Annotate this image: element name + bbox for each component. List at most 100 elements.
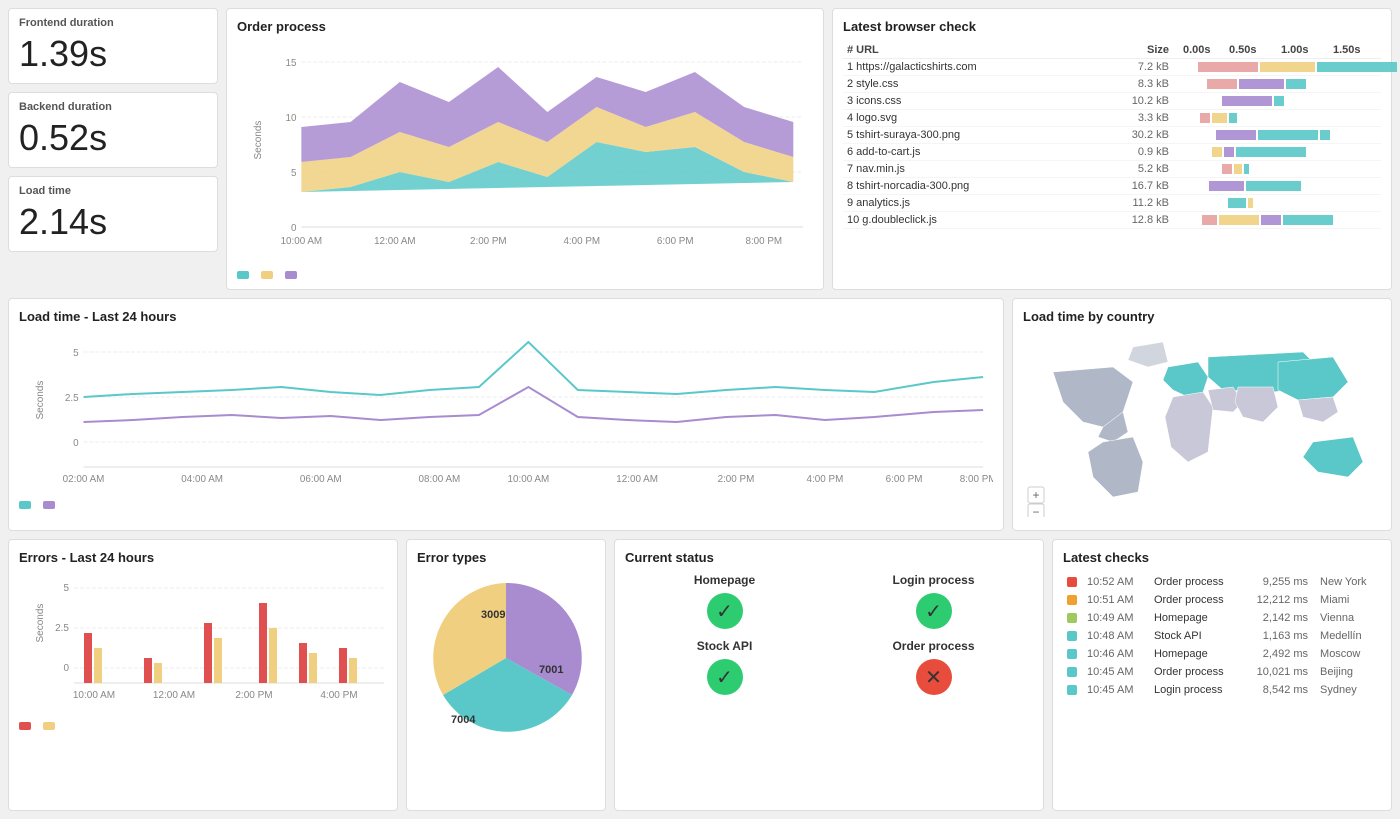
svg-text:12:00 AM: 12:00 AM [616, 474, 658, 485]
latest-checks-title: Latest checks [1063, 550, 1381, 565]
errors-y-label: Seconds [35, 604, 46, 643]
svg-text:0: 0 [63, 663, 69, 674]
svg-text:10:00 AM: 10:00 AM [73, 690, 115, 701]
svg-text:2:00 PM: 2:00 PM [235, 690, 272, 701]
svg-text:4:00 PM: 4:00 PM [320, 690, 357, 701]
backend-duration-card: Backend duration 0.52s [8, 92, 218, 168]
check-location: New York [1314, 573, 1381, 591]
svg-text:+: + [1032, 488, 1039, 502]
check-name: Homepage [1148, 645, 1242, 663]
order-process-chart: 15 10 5 0 10:00 AM 12:00 AM 2:00 PM 4:00… [262, 42, 813, 262]
svg-text:7004: 7004 [451, 714, 476, 726]
loadtime-value: 2.14s [19, 201, 207, 243]
status-stockapi-label: Stock API [697, 639, 753, 653]
check-ms: 2,142 ms [1241, 609, 1314, 627]
bc-col-url: # URL [843, 42, 1013, 59]
svg-text:5: 5 [291, 168, 297, 179]
errors-card: Errors - Last 24 hours Seconds 5 2.5 0 [8, 539, 398, 811]
bc-bars [1173, 144, 1381, 161]
latest-checks-table: 10:52 AM Order process 9,255 ms New York… [1063, 573, 1381, 699]
bc-row: 1 https://galacticshirts.com 7.2 kB [843, 59, 1381, 76]
bc-bars [1173, 127, 1381, 144]
status-login-icon: ✓ [916, 593, 952, 629]
svg-text:−: − [1032, 505, 1039, 517]
loadtime-label: Load time [19, 185, 207, 197]
svg-text:15: 15 [285, 58, 296, 69]
backend-label: Backend duration [19, 101, 207, 113]
check-color-cell [1063, 591, 1081, 609]
svg-text:10: 10 [285, 113, 296, 124]
status-orderprocess-icon: ✕ [916, 659, 952, 695]
order-process-legend [237, 271, 813, 279]
status-orderprocess-label: Order process [892, 639, 974, 653]
bc-num-url: 8 tshirt-norcadia-300.png [843, 178, 1013, 195]
svg-text:7001: 7001 [539, 664, 563, 676]
current-status-title: Current status [625, 550, 1033, 565]
check-name: Order process [1148, 591, 1242, 609]
svg-text:5: 5 [73, 348, 79, 359]
svg-text:6:00 PM: 6:00 PM [886, 474, 923, 485]
status-orderprocess: Order process ✕ [834, 639, 1033, 695]
bc-bars [1173, 110, 1381, 127]
svg-text:12:00 AM: 12:00 AM [374, 236, 416, 247]
bc-num-url: 6 add-to-cart.js [843, 144, 1013, 161]
check-time: 10:46 AM [1081, 645, 1148, 663]
bc-num-url: 5 tshirt-suraya-300.png [843, 127, 1013, 144]
check-location: Miami [1314, 591, 1381, 609]
world-map: + − [1023, 332, 1383, 517]
bc-row: 9 analytics.js 11.2 kB [843, 195, 1381, 212]
check-color-cell [1063, 609, 1081, 627]
svg-text:2:00 PM: 2:00 PM [470, 236, 507, 247]
bc-bars [1173, 59, 1381, 76]
bc-bars [1173, 93, 1381, 110]
bc-num-url: 4 logo.svg [843, 110, 1013, 127]
check-location: Beijing [1314, 663, 1381, 681]
bc-num-url: 7 nav.min.js [843, 161, 1013, 178]
check-ms: 10,021 ms [1241, 663, 1314, 681]
bc-num-url: 3 icons.css [843, 93, 1013, 110]
bc-size: 5.2 kB [1013, 161, 1173, 178]
check-row: 10:45 AM Order process 10,021 ms Beijing [1063, 663, 1381, 681]
svg-text:8:00 PM: 8:00 PM [746, 236, 783, 247]
check-ms: 2,492 ms [1241, 645, 1314, 663]
check-ms: 12,212 ms [1241, 591, 1314, 609]
svg-text:02:00 AM: 02:00 AM [63, 474, 105, 485]
bc-num-url: 10 g.doubleclick.js [843, 212, 1013, 229]
browser-check-title: Latest browser check [843, 19, 1381, 34]
frontend-value: 1.39s [19, 33, 207, 75]
bc-row: 4 logo.svg 3.3 kB [843, 110, 1381, 127]
bc-size: 10.2 kB [1013, 93, 1173, 110]
check-row: 10:48 AM Stock API 1,163 ms Medellín [1063, 627, 1381, 645]
svg-text:0: 0 [291, 223, 297, 234]
check-color-cell [1063, 627, 1081, 645]
svg-text:04:00 AM: 04:00 AM [181, 474, 223, 485]
loadtime-card: Load time 2.14s [8, 176, 218, 252]
error-types-title: Error types [417, 550, 595, 565]
svg-text:0: 0 [73, 438, 79, 449]
bc-num-url: 2 style.css [843, 76, 1013, 93]
bc-row: 6 add-to-cart.js 0.9 kB [843, 144, 1381, 161]
svg-text:4:00 PM: 4:00 PM [563, 236, 600, 247]
check-time: 10:45 AM [1081, 681, 1148, 699]
status-grid: Homepage ✓ Login process ✓ Stock API ✓ O… [625, 573, 1033, 695]
status-stockapi-icon: ✓ [707, 659, 743, 695]
load-time-chart: 5 2.5 0 02:00 AM 04:00 AM 06:00 AM 08:00… [44, 332, 993, 492]
bc-col-size: Size [1013, 42, 1173, 59]
check-location: Moscow [1314, 645, 1381, 663]
svg-text:08:00 AM: 08:00 AM [419, 474, 461, 485]
svg-text:12:00 AM: 12:00 AM [153, 690, 195, 701]
browser-check-card: Latest browser check # URL Size 0.00s 0.… [832, 8, 1392, 290]
bc-size: 8.3 kB [1013, 76, 1173, 93]
check-location: Medellín [1314, 627, 1381, 645]
check-time: 10:51 AM [1081, 591, 1148, 609]
check-row: 10:51 AM Order process 12,212 ms Miami [1063, 591, 1381, 609]
bc-size: 11.2 kB [1013, 195, 1173, 212]
svg-text:4:00 PM: 4:00 PM [807, 474, 844, 485]
status-homepage-label: Homepage [694, 573, 755, 587]
status-stockapi: Stock API ✓ [625, 639, 824, 695]
bc-size: 0.9 kB [1013, 144, 1173, 161]
status-login-label: Login process [892, 573, 974, 587]
frontend-duration-card: Frontend duration 1.39s [8, 8, 218, 84]
check-location: Sydney [1314, 681, 1381, 699]
bc-col-05s: 0.50s [1225, 42, 1277, 59]
